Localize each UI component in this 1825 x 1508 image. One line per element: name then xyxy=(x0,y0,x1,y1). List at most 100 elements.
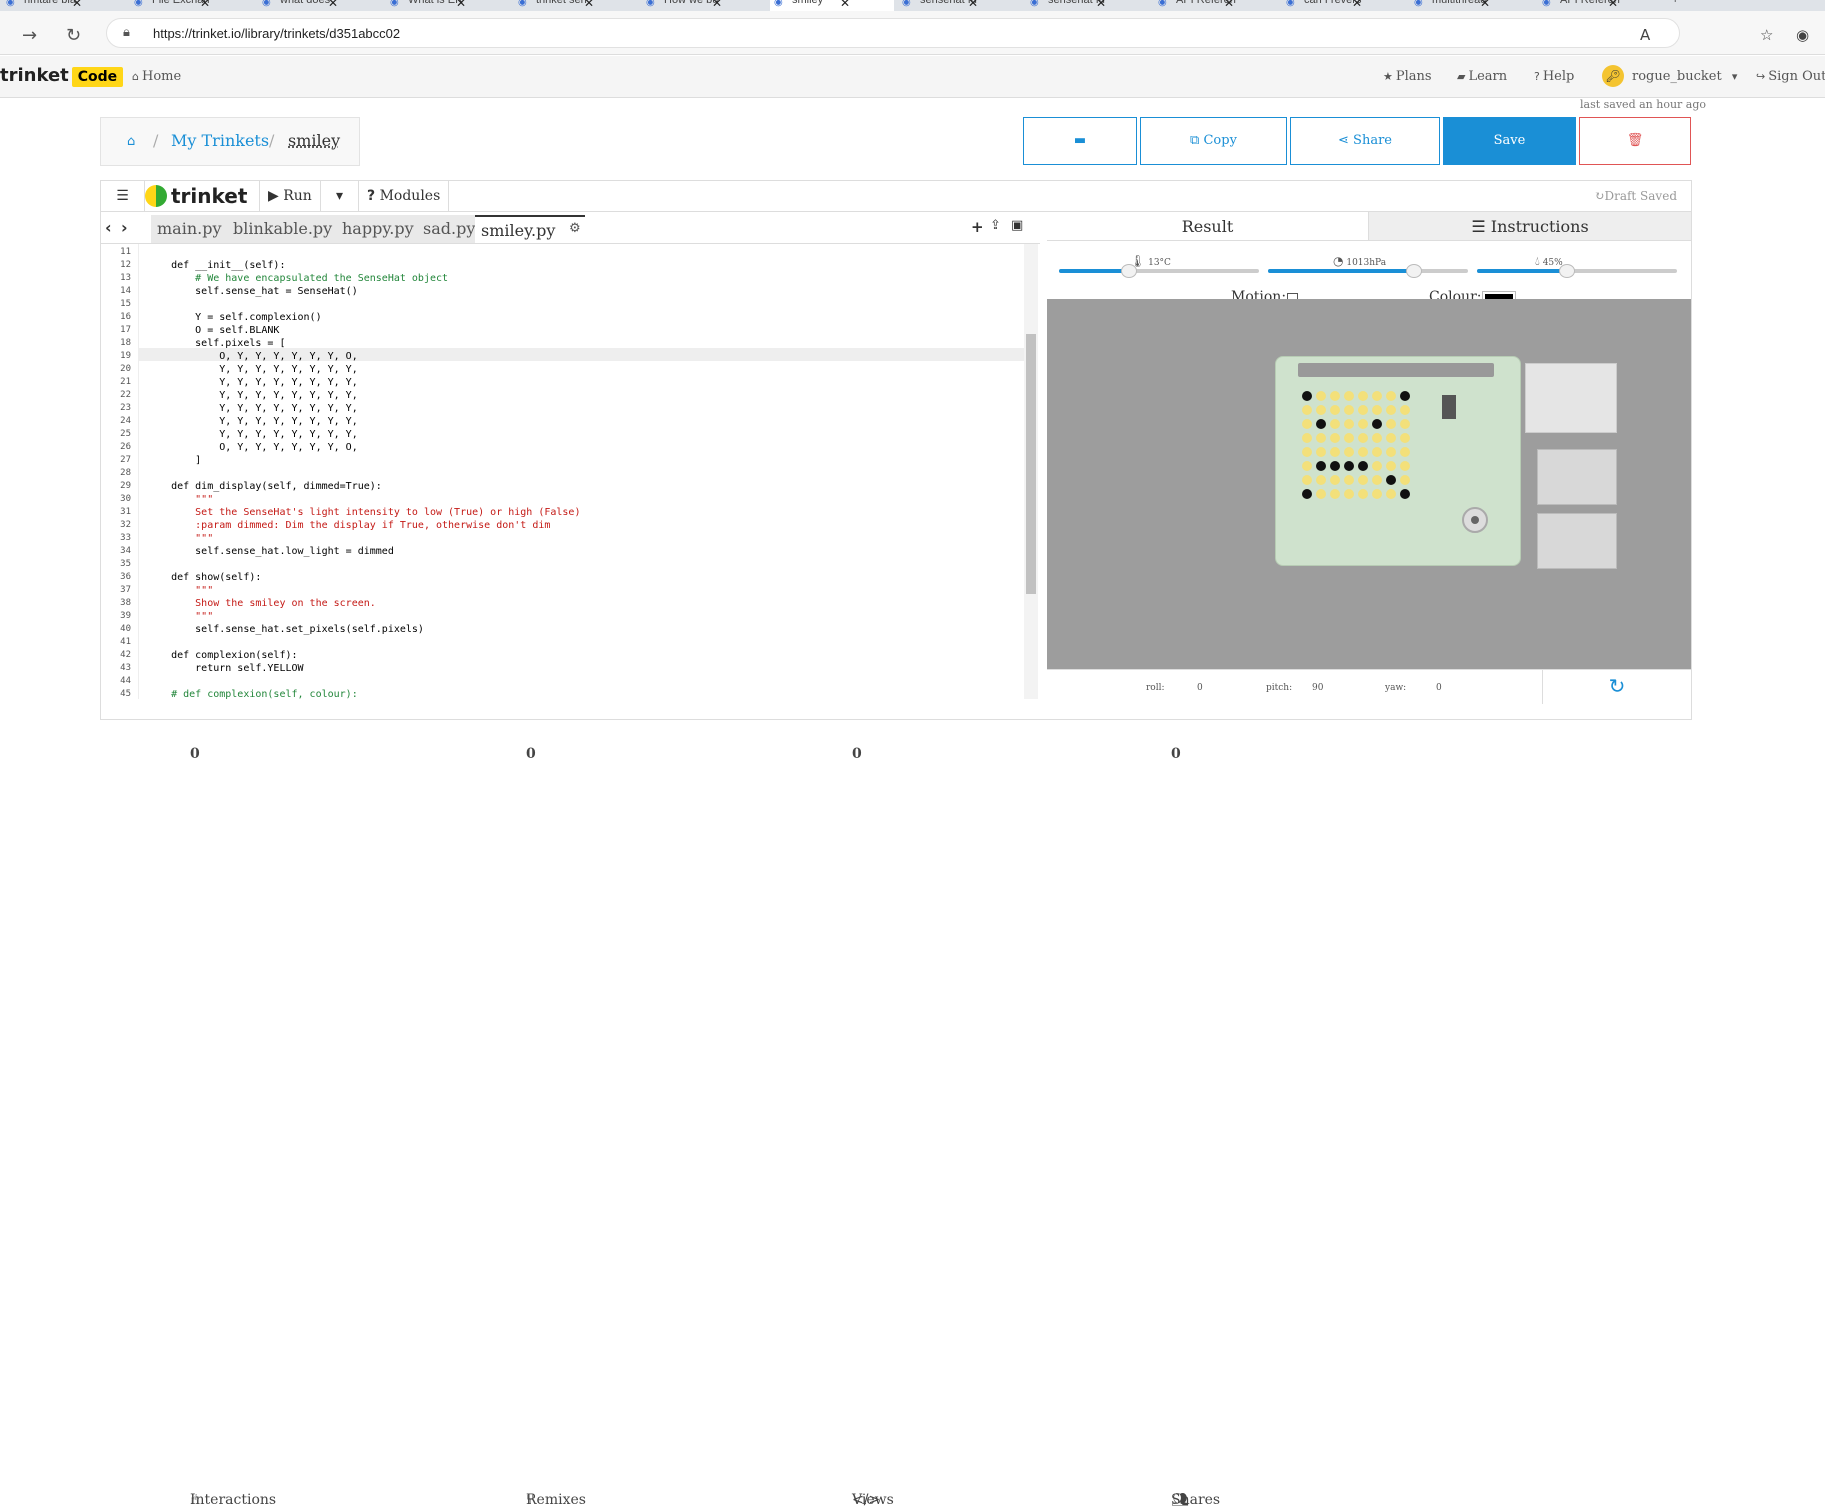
editor-scrollbar[interactable] xyxy=(1024,244,1038,699)
code-editor[interactable]: 11 12 def __init__(self): 13 # We have enc… xyxy=(101,244,1024,699)
led-pixel xyxy=(1358,489,1368,499)
delete-button[interactable]: 🗑︎ xyxy=(1579,117,1691,165)
led-pixel xyxy=(1386,405,1396,415)
breadcrumb-my-trinkets[interactable]: My Trinkets xyxy=(171,131,269,150)
led-pixel xyxy=(1302,447,1312,457)
led-pixel xyxy=(1316,419,1326,429)
run-dropdown-icon[interactable]: ▾ xyxy=(321,181,359,211)
usb-port xyxy=(1525,363,1617,433)
line-number: 43 xyxy=(120,663,131,673)
line-number: 18 xyxy=(120,338,131,348)
save-button[interactable]: Save xyxy=(1443,117,1576,165)
browser-tab[interactable]: ◉ sensehat fu ✕ xyxy=(898,0,1022,11)
nav-plans[interactable]: ★ Plans xyxy=(1383,69,1432,84)
led-pixel xyxy=(1344,405,1354,415)
browser-tab[interactable]: ◉ API Referen ✕ xyxy=(1154,0,1278,11)
copy-button[interactable]: ⧉ Copy xyxy=(1140,117,1287,165)
slider-handle[interactable] xyxy=(1121,264,1137,278)
reload-icon[interactable]: ↻ xyxy=(66,25,81,46)
nav-help[interactable]: ? Help xyxy=(1534,69,1574,84)
browser-tab[interactable]: ◉ smiley ✕ xyxy=(770,0,894,11)
slider-handle[interactable] xyxy=(1559,264,1575,278)
browser-tab[interactable]: ◉ multithread ✕ xyxy=(1410,0,1534,11)
scrollbar-thumb[interactable] xyxy=(1026,334,1036,594)
profile-icon[interactable]: ◉ xyxy=(1796,26,1809,44)
line-number: 39 xyxy=(120,611,131,621)
tab-result[interactable]: Result xyxy=(1047,212,1369,241)
favorites-icon[interactable]: ☆ xyxy=(1760,26,1773,44)
url-field[interactable]: 🔒︎ https://trinket.io/library/trinkets/d… xyxy=(106,18,1680,48)
folder-button[interactable]: ▬ xyxy=(1023,117,1137,165)
browser-tab[interactable]: ◉ what does ✕ xyxy=(258,0,382,11)
led-pixel xyxy=(1386,475,1396,485)
share-button[interactable]: ⋖ Share xyxy=(1290,117,1440,165)
slider-handle[interactable] xyxy=(1406,264,1422,278)
add-file-icon[interactable]: + xyxy=(971,218,984,236)
last-saved-text: last saved an hour ago xyxy=(1580,98,1707,111)
read-aloud-icon[interactable]: A xyxy=(1640,26,1650,44)
tab-sad-py[interactable]: sad.py xyxy=(417,215,482,243)
close-tab-icon[interactable]: ✕ xyxy=(1224,0,1278,10)
browser-tab[interactable]: ◉ can I revers ✕ xyxy=(1282,0,1406,11)
close-tab-icon[interactable]: ✕ xyxy=(200,0,254,10)
tab-blinkable-py[interactable]: blinkable.py xyxy=(227,215,339,243)
close-tab-icon[interactable]: ✕ xyxy=(456,0,510,10)
browser-tab[interactable]: ◉ trinket sen ✕ xyxy=(514,0,638,11)
tab-happy-py[interactable]: happy.py xyxy=(336,215,420,243)
close-tab-icon[interactable]: ✕ xyxy=(840,0,894,10)
settings-gear-icon[interactable]: ⚙ xyxy=(569,221,581,236)
joystick[interactable] xyxy=(1462,507,1488,533)
nav-sign-out[interactable]: ↪ Sign Out xyxy=(1756,69,1825,84)
line-number: 13 xyxy=(120,273,131,283)
browser-tab[interactable]: ◉ hmtare bla ✕ xyxy=(2,0,126,11)
close-tab-icon[interactable]: ✕ xyxy=(72,0,126,10)
reset-orientation-icon[interactable]: ↻ xyxy=(1542,670,1691,704)
tab-main-py[interactable]: main.py xyxy=(151,215,228,243)
tab-instructions[interactable]: ☰ Instructions xyxy=(1369,212,1691,241)
close-tab-icon[interactable]: ✕ xyxy=(584,0,638,10)
pitch-label: pitch: xyxy=(1266,683,1293,693)
code-line: Y, Y, Y, Y, Y, Y, Y, Y, xyxy=(147,429,358,440)
browser-tab[interactable]: ◉ File Exchan ✕ xyxy=(130,0,254,11)
new-tab-icon[interactable]: + xyxy=(1672,0,1678,11)
led-pixel xyxy=(1330,475,1340,485)
close-tab-icon[interactable]: ✕ xyxy=(712,0,766,10)
tab-scroll-left-icon[interactable]: ‹ xyxy=(105,218,112,237)
temperature-slider[interactable] xyxy=(1059,264,1259,278)
close-tab-icon[interactable]: ✕ xyxy=(1352,0,1406,10)
user-menu[interactable]: rogue_bucket ▾ xyxy=(1632,69,1740,84)
close-tab-icon[interactable]: ✕ xyxy=(1608,0,1662,10)
tab-scroll-right-icon[interactable]: › xyxy=(121,218,128,237)
led-pixel xyxy=(1330,489,1340,499)
browser-tab[interactable]: ◉ sensehat fu ✕ xyxy=(1026,0,1150,11)
breadcrumb-trinket-name[interactable]: smiley xyxy=(288,131,340,150)
tab-favicon-icon: ◉ xyxy=(1158,0,1167,8)
close-tab-icon[interactable]: ✕ xyxy=(328,0,382,10)
led-pixel xyxy=(1358,419,1368,429)
led-pixel xyxy=(1372,433,1382,443)
nav-home[interactable]: ⌂ Home xyxy=(132,69,181,84)
browser-tab[interactable]: ◉ How we bu ✕ xyxy=(642,0,766,11)
menu-icon[interactable]: ☰ xyxy=(101,181,145,211)
trinket-logo[interactable]: trinket Code xyxy=(0,65,124,87)
pressure-slider[interactable] xyxy=(1268,264,1468,278)
led-pixel xyxy=(1372,419,1382,429)
avatar[interactable]: 🔑︎ xyxy=(1602,65,1624,87)
close-tab-icon[interactable]: ✕ xyxy=(1096,0,1150,10)
browser-tab[interactable]: ◉ What is ER ✕ xyxy=(386,0,510,11)
run-button[interactable]: ▶ Run xyxy=(259,181,321,211)
upload-icon[interactable]: ⇪ xyxy=(990,218,1001,233)
humidity-slider[interactable] xyxy=(1477,264,1677,278)
home-icon[interactable]: ⌂ xyxy=(127,134,135,149)
close-tab-icon[interactable]: ✕ xyxy=(1480,0,1534,10)
led-pixel xyxy=(1302,405,1312,415)
stat-remixes: ⑂ Remixes 0 xyxy=(526,746,586,1508)
image-icon[interactable]: ▣ xyxy=(1011,218,1023,233)
code-line: :param dimmed: Dim the display if True, … xyxy=(147,520,551,531)
forward-icon[interactable]: → xyxy=(22,25,37,46)
browser-tab[interactable]: ◉ API Referen ✕ xyxy=(1538,0,1662,11)
nav-learn[interactable]: ▰ Learn xyxy=(1457,69,1507,84)
led-pixel xyxy=(1400,391,1410,401)
modules-button[interactable]: ? Modules xyxy=(359,181,450,211)
close-tab-icon[interactable]: ✕ xyxy=(968,0,1022,10)
